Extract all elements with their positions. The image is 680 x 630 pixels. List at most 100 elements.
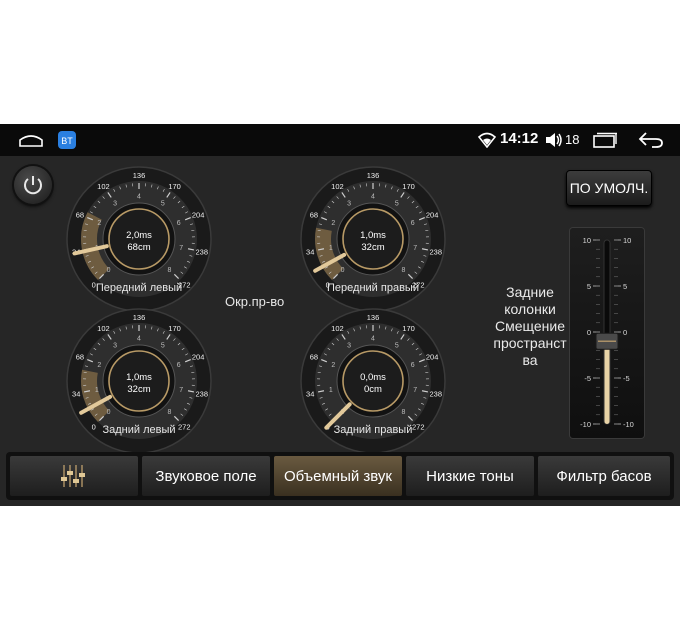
gauge-inner-tick-label: 2 — [97, 362, 101, 369]
gauge-inner-tick-label: 8 — [401, 267, 405, 274]
slider-scale-label-left: 10 — [583, 236, 591, 245]
gauge-inner-tick-label: 6 — [177, 220, 181, 227]
gauge-inner-tick-label: 2 — [97, 220, 101, 227]
equalizer-icon — [61, 465, 85, 487]
slider-scale-label-left: -5 — [584, 374, 591, 383]
rear-label-line: пространст — [493, 335, 567, 351]
gauge-inner-tick-label: 4 — [371, 194, 375, 201]
gauge-outer-tick-label: 136 — [367, 171, 380, 180]
rear-speakers-label: Задние колонки Смещение пространст ва — [482, 284, 578, 369]
tab-bass[interactable]: Низкие тоны — [406, 456, 534, 496]
home-icon[interactable] — [18, 132, 44, 148]
gauge-outer-tick-label: 136 — [367, 313, 380, 322]
rear-label-line: Задние — [506, 284, 554, 300]
gauge-outer-tick-label: 204 — [192, 211, 205, 220]
gauge-outer-tick-label: 102 — [97, 324, 110, 333]
gauge-outer-tick-label: 238 — [430, 389, 443, 398]
gauge-inner-tick-label: 0 — [107, 409, 111, 416]
head-unit-screen: BT 14:12 18 ПО УМОЛЧ. 0 68 102 136 170 2… — [0, 124, 680, 506]
tab-equalizer[interactable] — [10, 456, 138, 496]
gauge-inner-tick-label: 3 — [347, 201, 351, 208]
gauge-outer-tick-label: 34 — [306, 389, 314, 398]
gauge-inner-tick-label: 7 — [413, 387, 417, 394]
gauge-inner-tick-label: 2 — [331, 220, 335, 227]
volume-level: 18 — [565, 132, 580, 147]
gauge-inner-tick-label: 3 — [113, 343, 117, 350]
gauge-inner-tick-label: 4 — [137, 336, 141, 343]
gauge-outer-tick-label: 68 — [76, 211, 84, 220]
rear-label-line: Смещение — [494, 318, 565, 334]
slider-scale-label-right: -5 — [623, 374, 630, 383]
gauge-outer-tick-label: 102 — [331, 324, 344, 333]
back-icon[interactable] — [638, 131, 664, 149]
gauge-outer-tick-label: 204 — [192, 353, 205, 362]
gauge-inner-tick-label: 0 — [107, 267, 111, 274]
rear-label-line: колонки — [504, 301, 556, 317]
rear-label-line: ва — [522, 352, 538, 368]
app-badge-icon[interactable]: BT — [58, 131, 76, 149]
gauge-outer-tick-label: 170 — [168, 182, 181, 191]
gauge-outer-tick-label: 238 — [196, 247, 209, 256]
slider-scale-label-left: 0 — [587, 328, 591, 337]
gauge-outer-tick-label: 102 — [331, 182, 344, 191]
gauge-outer-tick-label: 68 — [76, 353, 84, 362]
gauge-delay-value: 0,0ms — [360, 372, 386, 383]
gauge-outer-tick-label: 34 — [72, 389, 80, 398]
gauge-inner-tick-label: 6 — [411, 362, 415, 369]
gauge-inner-tick-label: 6 — [177, 362, 181, 369]
gauge-delay-value: 2,0ms — [126, 230, 152, 241]
svg-text:BT: BT — [61, 136, 73, 146]
gauge-outer-tick-label: 136 — [133, 171, 146, 180]
gauge-inner-tick-label: 1 — [95, 387, 99, 394]
gauge-outer-tick-label: 170 — [168, 324, 181, 333]
gauge-inner-tick-label: 5 — [395, 343, 399, 350]
gauge-inner-tick-label: 1 — [329, 387, 333, 394]
gauge-inner-tick-label: 8 — [401, 409, 405, 416]
gauge-distance-value: 32cm — [127, 384, 150, 395]
gauge-inner-tick-label: 4 — [137, 194, 141, 201]
slider-track[interactable]: 10 10 5 5 0 0 -5 -5 -10 -10 — [570, 228, 644, 438]
slider-scale-label-right: 10 — [623, 236, 631, 245]
gauge-outer-tick-label: 68 — [310, 353, 318, 362]
gauge-distance-value: 32cm — [361, 242, 384, 253]
gauge-inner-tick-label: 7 — [413, 245, 417, 252]
gauge-outer-tick-label: 204 — [426, 211, 439, 220]
gauge-delay-value: 1,0ms — [360, 230, 386, 241]
slider-scale-label-right: 0 — [623, 328, 627, 337]
gauge-inner-tick-label: 3 — [113, 201, 117, 208]
power-icon — [24, 176, 42, 195]
gauge-outer-tick-label: 170 — [402, 182, 415, 191]
volume-icon — [546, 133, 562, 147]
gauge-inner-tick-label: 8 — [167, 267, 171, 274]
recents-icon[interactable] — [592, 132, 618, 148]
gauge-inner-tick-label: 5 — [395, 201, 399, 208]
gauge-outer-tick-label: 68 — [310, 211, 318, 220]
gauge-outer-tick-label: 170 — [402, 324, 415, 333]
gauge-inner-tick-label: 7 — [179, 387, 183, 394]
gauge-outer-tick-label: 238 — [196, 389, 209, 398]
gauge-outer-tick-label: 204 — [426, 353, 439, 362]
status-bar: BT 14:12 18 — [0, 124, 680, 156]
tab-bass-filter[interactable]: Фильтр басов — [538, 456, 670, 496]
gauge-label: Передний правый — [327, 282, 419, 294]
gauge-distance-value: 68cm — [127, 242, 150, 253]
gauge-delay-value: 1,0ms — [126, 372, 152, 383]
gauge-inner-tick-label: 2 — [331, 362, 335, 369]
gauge-outer-tick-label: 136 — [133, 313, 146, 322]
gauge-inner-tick-label: 1 — [329, 245, 333, 252]
gauge-inner-tick-label: 7 — [179, 245, 183, 252]
gauge-outer-tick-label: 102 — [97, 182, 110, 191]
tab-sound-field[interactable]: Звуковое поле — [142, 456, 270, 496]
power-button[interactable] — [14, 166, 52, 204]
gauge-inner-tick-label: 4 — [371, 336, 375, 343]
rear-speakers-offset-slider[interactable]: 10 10 5 5 0 0 -5 -5 -10 -10 — [570, 228, 644, 438]
wifi-icon — [478, 132, 496, 148]
gauge-inner-tick-label: 0 — [341, 267, 345, 274]
gauge-inner-tick-label: 3 — [347, 343, 351, 350]
tab-surround-sound[interactable]: Объемный звук — [274, 456, 402, 496]
gauge-label: Задний левый — [102, 424, 176, 436]
default-settings-button[interactable]: ПО УМОЛЧ. — [566, 170, 652, 206]
slider-scale-label-left: 5 — [587, 282, 591, 291]
audio-tab-bar: Звуковое поле Объемный звук Низкие тоны … — [6, 452, 674, 500]
gauge-label: Передний левый — [95, 282, 183, 294]
